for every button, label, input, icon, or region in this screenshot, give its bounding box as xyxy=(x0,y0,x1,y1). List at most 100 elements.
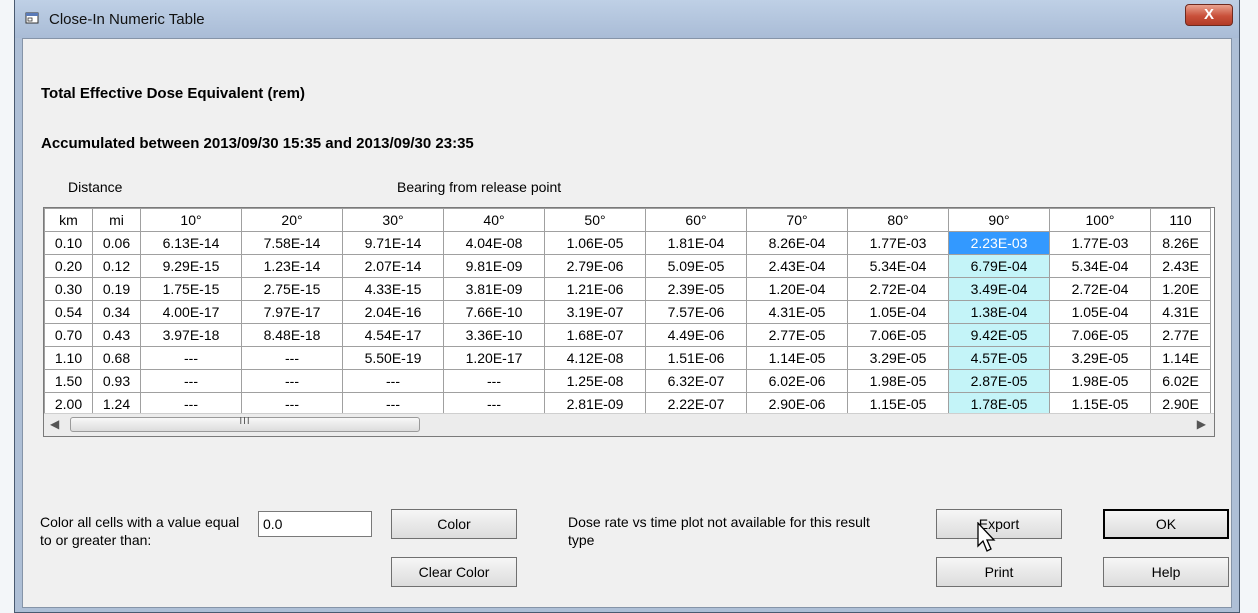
dose-cell[interactable]: 4.49E-06 xyxy=(645,323,747,347)
dose-cell[interactable]: 2.23E-03 xyxy=(948,231,1050,255)
dose-cell[interactable]: 1.14E-05 xyxy=(746,346,848,370)
column-header[interactable]: 30° xyxy=(342,208,444,232)
dose-cell[interactable]: 2.04E-16 xyxy=(342,300,444,324)
dose-cell[interactable]: 6.02E xyxy=(1150,369,1211,393)
dose-cell[interactable]: 4.12E-08 xyxy=(544,346,646,370)
dose-cell[interactable]: --- xyxy=(342,369,444,393)
dose-cell[interactable]: 1.05E-04 xyxy=(1049,300,1151,324)
dose-cell[interactable]: 9.81E-09 xyxy=(443,254,545,278)
dose-cell[interactable]: 5.09E-05 xyxy=(645,254,747,278)
dose-cell[interactable]: 6.13E-14 xyxy=(140,231,242,255)
clear-color-button[interactable]: Clear Color xyxy=(391,557,517,587)
dose-cell[interactable]: 4.57E-05 xyxy=(948,346,1050,370)
scrollbar-thumb[interactable]: III xyxy=(70,416,420,432)
distance-cell[interactable]: 0.19 xyxy=(92,277,141,301)
dose-cell[interactable]: 9.42E-05 xyxy=(948,323,1050,347)
dose-cell[interactable]: --- xyxy=(140,369,242,393)
distance-cell[interactable]: 0.54 xyxy=(44,300,93,324)
dose-cell[interactable]: 1.21E-06 xyxy=(544,277,646,301)
dose-cell[interactable]: 4.31E xyxy=(1150,300,1211,324)
dose-cell[interactable]: --- xyxy=(443,369,545,393)
column-header[interactable]: 50° xyxy=(544,208,646,232)
dose-cell[interactable]: 4.04E-08 xyxy=(443,231,545,255)
distance-cell[interactable]: 0.10 xyxy=(44,231,93,255)
dose-cell[interactable]: 3.19E-07 xyxy=(544,300,646,324)
dose-cell[interactable]: 1.05E-04 xyxy=(847,300,949,324)
dose-cell[interactable]: 1.75E-15 xyxy=(140,277,242,301)
dose-cell[interactable]: 1.98E-05 xyxy=(1049,369,1151,393)
column-header[interactable]: 20° xyxy=(241,208,343,232)
dose-cell[interactable]: 1.25E-08 xyxy=(544,369,646,393)
dose-cell[interactable]: 4.31E-05 xyxy=(746,300,848,324)
dose-cell[interactable]: 1.20E-17 xyxy=(443,346,545,370)
dose-cell[interactable]: 2.77E xyxy=(1150,323,1211,347)
distance-cell[interactable]: 1.50 xyxy=(44,369,93,393)
column-header[interactable]: 110 xyxy=(1150,208,1211,232)
dose-cell[interactable]: 2.72E-04 xyxy=(847,277,949,301)
scroll-left-icon[interactable]: ◀ xyxy=(50,417,59,431)
dose-cell[interactable]: 2.43E-04 xyxy=(746,254,848,278)
dose-cell[interactable]: --- xyxy=(241,346,343,370)
distance-cell[interactable]: 0.06 xyxy=(92,231,141,255)
column-header[interactable]: 100° xyxy=(1049,208,1151,232)
dose-cell[interactable]: 7.06E-05 xyxy=(847,323,949,347)
color-button[interactable]: Color xyxy=(391,509,517,539)
dose-cell[interactable]: 2.87E-05 xyxy=(948,369,1050,393)
dose-cell[interactable]: 2.43E xyxy=(1150,254,1211,278)
dose-cell[interactable]: 9.71E-14 xyxy=(342,231,444,255)
distance-cell[interactable]: 0.34 xyxy=(92,300,141,324)
ok-button[interactable]: OK xyxy=(1103,509,1229,539)
dose-cell[interactable]: 8.26E-04 xyxy=(746,231,848,255)
dose-cell[interactable]: 4.00E-17 xyxy=(140,300,242,324)
dose-cell[interactable]: 4.33E-15 xyxy=(342,277,444,301)
distance-cell[interactable]: 0.68 xyxy=(92,346,141,370)
dose-cell[interactable]: 6.79E-04 xyxy=(948,254,1050,278)
dose-cell[interactable]: 4.54E-17 xyxy=(342,323,444,347)
column-header[interactable]: 40° xyxy=(443,208,545,232)
dose-cell[interactable]: 3.81E-09 xyxy=(443,277,545,301)
dose-cell[interactable]: 5.50E-19 xyxy=(342,346,444,370)
dose-cell[interactable]: 8.48E-18 xyxy=(241,323,343,347)
dose-cell[interactable]: 1.77E-03 xyxy=(847,231,949,255)
dose-cell[interactable]: 9.29E-15 xyxy=(140,254,242,278)
help-button[interactable]: Help xyxy=(1103,557,1229,587)
scroll-right-icon[interactable]: ▶ xyxy=(1197,417,1206,431)
dose-cell[interactable]: 1.81E-04 xyxy=(645,231,747,255)
dose-cell[interactable]: 2.79E-06 xyxy=(544,254,646,278)
distance-cell[interactable]: 1.10 xyxy=(44,346,93,370)
dose-cell[interactable]: 6.02E-06 xyxy=(746,369,848,393)
dose-cell[interactable]: 1.20E xyxy=(1150,277,1211,301)
distance-cell[interactable]: 0.30 xyxy=(44,277,93,301)
dose-cell[interactable]: 2.07E-14 xyxy=(342,254,444,278)
distance-cell[interactable]: 0.12 xyxy=(92,254,141,278)
dose-cell[interactable]: 5.34E-04 xyxy=(1049,254,1151,278)
print-button[interactable]: Print xyxy=(936,557,1062,587)
dose-cell[interactable]: --- xyxy=(140,346,242,370)
dose-cell[interactable]: 7.06E-05 xyxy=(1049,323,1151,347)
column-header[interactable]: km xyxy=(44,208,93,232)
dose-cell[interactable]: 7.97E-17 xyxy=(241,300,343,324)
column-header[interactable]: 80° xyxy=(847,208,949,232)
dose-cell[interactable]: 3.97E-18 xyxy=(140,323,242,347)
column-header[interactable]: 60° xyxy=(645,208,747,232)
dose-cell[interactable]: 2.77E-05 xyxy=(746,323,848,347)
dose-cell[interactable]: --- xyxy=(241,369,343,393)
dose-cell[interactable]: 3.49E-04 xyxy=(948,277,1050,301)
dose-cell[interactable]: 2.75E-15 xyxy=(241,277,343,301)
dose-cell[interactable]: 3.36E-10 xyxy=(443,323,545,347)
column-header[interactable]: mi xyxy=(92,208,141,232)
dose-cell[interactable]: 1.77E-03 xyxy=(1049,231,1151,255)
dose-cell[interactable]: 2.72E-04 xyxy=(1049,277,1151,301)
distance-cell[interactable]: 0.43 xyxy=(92,323,141,347)
dose-cell[interactable]: 2.39E-05 xyxy=(645,277,747,301)
column-header[interactable]: 90° xyxy=(948,208,1050,232)
dose-cell[interactable]: 7.57E-06 xyxy=(645,300,747,324)
dose-cell[interactable]: 7.58E-14 xyxy=(241,231,343,255)
export-button[interactable]: Export xyxy=(936,509,1062,539)
dose-cell[interactable]: 1.14E xyxy=(1150,346,1211,370)
dose-cell[interactable]: 1.68E-07 xyxy=(544,323,646,347)
threshold-value-input[interactable] xyxy=(258,511,372,537)
title-bar[interactable]: Close-In Numeric Table X xyxy=(15,0,1239,38)
dose-cell[interactable]: 3.29E-05 xyxy=(847,346,949,370)
numeric-grid[interactable]: km mi 10° 20° 30° 40° 50° 60° 70° 80° 90° 100° 110 0.… xyxy=(43,207,1215,437)
